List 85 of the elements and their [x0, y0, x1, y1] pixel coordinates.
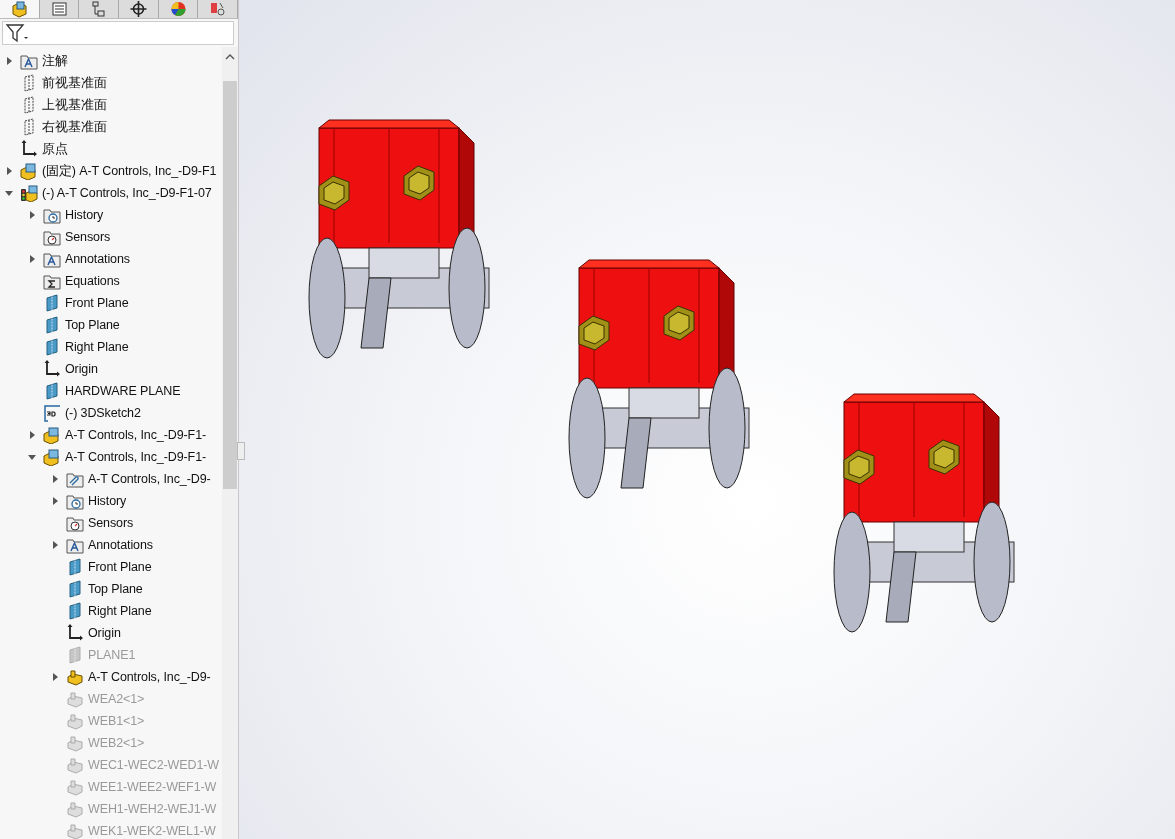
tree-item[interactable]: (固定) A-T Controls, Inc_-D9-F1	[42, 162, 217, 180]
plane-icon	[43, 382, 61, 400]
tree-item[interactable]: 注解	[42, 52, 68, 70]
tree-item[interactable]: Top Plane	[65, 318, 120, 332]
origin-icon	[43, 360, 61, 378]
plane-icon	[43, 338, 61, 356]
tree-item[interactable]: Front Plane	[88, 560, 152, 574]
tree-item[interactable]: 原点	[42, 140, 68, 158]
tree-item[interactable]: Right Plane	[65, 340, 129, 354]
tree-item[interactable]: 上视基准面	[42, 96, 107, 114]
part-icon	[66, 756, 84, 774]
expander-icon[interactable]	[27, 452, 37, 462]
part-icon	[66, 712, 84, 730]
list-icon	[49, 0, 69, 18]
tree-item[interactable]: Right Plane	[88, 604, 152, 618]
filter-icon[interactable]	[5, 23, 29, 43]
sensor-folder-icon	[66, 514, 84, 532]
part-tab[interactable]	[0, 0, 40, 18]
crosshair-icon	[128, 0, 148, 18]
tree-item[interactable]: Sensors	[88, 516, 134, 530]
sketch-3d-icon	[43, 404, 61, 422]
part-icon	[66, 734, 84, 752]
color-wheel-tab[interactable]	[158, 0, 199, 18]
part-icon	[66, 690, 84, 708]
plane-icon	[66, 558, 84, 576]
annotation-folder-icon	[66, 536, 84, 554]
expander-icon[interactable]	[50, 540, 60, 550]
plane-icon	[43, 316, 61, 334]
expander-icon[interactable]	[4, 166, 14, 176]
history-folder-icon	[66, 492, 84, 510]
part-icon	[66, 778, 84, 796]
expander-icon[interactable]	[50, 672, 60, 682]
tree-item[interactable]: Origin	[65, 362, 98, 376]
annotation-folder-icon	[20, 52, 38, 70]
plane-icon	[66, 602, 84, 620]
part-icon	[9, 0, 29, 18]
assembly-icon	[20, 162, 38, 180]
assembly-icon	[43, 426, 61, 444]
expander-icon[interactable]	[4, 188, 14, 198]
tree-item[interactable]: Annotations	[65, 252, 130, 266]
tree-item[interactable]: History	[88, 494, 127, 508]
tree-item[interactable]: A-T Controls, Inc_-D9-F1-	[65, 450, 207, 464]
tree-item[interactable]: Equations	[65, 274, 120, 288]
plane-icon	[66, 646, 84, 664]
tree-item[interactable]: Front Plane	[65, 296, 129, 310]
tree-item[interactable]: Origin	[88, 626, 121, 640]
crosshair-tab[interactable]	[119, 0, 159, 18]
expander-icon[interactable]	[27, 430, 37, 440]
origin-icon	[66, 624, 84, 642]
part-icon	[66, 800, 84, 818]
expander-icon[interactable]	[50, 474, 60, 484]
part-icon	[66, 668, 84, 686]
filter-field[interactable]	[2, 21, 234, 45]
history-folder-icon	[43, 206, 61, 224]
tree-item[interactable]: Annotations	[88, 538, 153, 552]
list-tab[interactable]	[39, 0, 80, 18]
expander-icon[interactable]	[50, 496, 60, 506]
tree-item[interactable]: HARDWARE PLANE	[65, 384, 181, 398]
assembly-icon	[20, 184, 38, 202]
scroll-up-icon[interactable]	[225, 53, 235, 61]
tree-item[interactable]: A-T Controls, Inc_-D9-F1-	[65, 428, 207, 442]
tree-item[interactable]: 前视基准面	[42, 74, 107, 92]
plane-icon	[43, 294, 61, 312]
link-folder-icon	[66, 470, 84, 488]
tree-item[interactable]: Top Plane	[88, 582, 143, 596]
splitter-handle[interactable]	[237, 442, 245, 460]
tree-item[interactable]: (-) A-T Controls, Inc_-D9-F1-07	[42, 186, 212, 200]
sensor-folder-icon	[43, 228, 61, 246]
expander-icon[interactable]	[27, 210, 37, 220]
tree-item[interactable]: History	[65, 208, 104, 222]
tree-item[interactable]: A-T Controls, Inc_-D9-	[88, 670, 211, 684]
expander-icon[interactable]	[27, 254, 37, 264]
part-icon	[66, 822, 84, 839]
tree-item[interactable]: A-T Controls, Inc_-D9-	[88, 472, 211, 486]
assembly-icon	[43, 448, 61, 466]
plane-icon	[66, 580, 84, 598]
scrollbar[interactable]	[222, 47, 238, 839]
tree-item[interactable]: 右视基准面	[42, 118, 107, 136]
tree-item[interactable]: Sensors	[65, 230, 111, 244]
graphics-viewport[interactable]	[239, 0, 1175, 839]
tree-item[interactable]: (-) 3DSketch2	[65, 406, 141, 420]
equation-folder-icon	[43, 272, 61, 290]
expander-icon[interactable]	[4, 56, 14, 66]
annotation-folder-icon	[43, 250, 61, 268]
origin-icon	[20, 140, 38, 158]
